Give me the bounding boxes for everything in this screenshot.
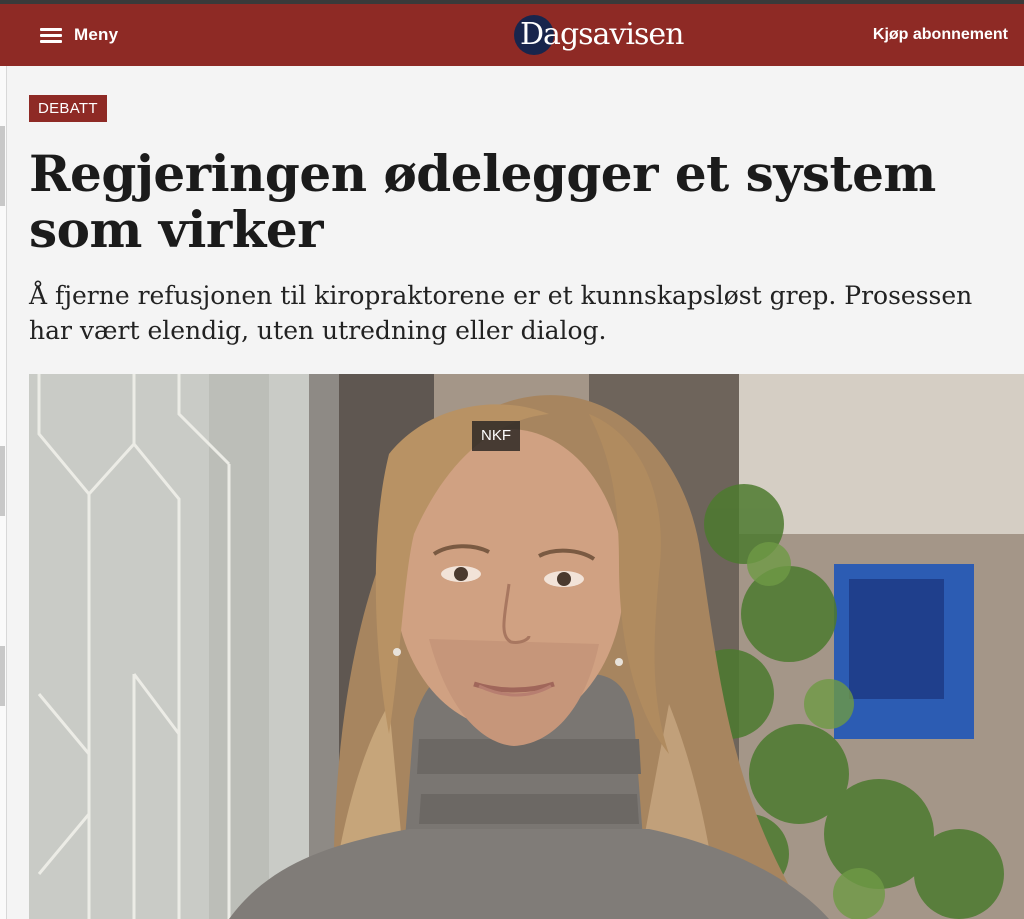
article-photo bbox=[29, 374, 1024, 919]
article-lead: Å fjerne refusjonen til kiropraktorene e… bbox=[29, 281, 973, 345]
hamburger-icon bbox=[40, 27, 62, 43]
menu-button[interactable]: Meny bbox=[40, 25, 118, 45]
left-sidebar-edge bbox=[0, 66, 7, 919]
site-logo[interactable]: Dagsavisen bbox=[514, 14, 684, 56]
sidebar-edge-mark bbox=[0, 646, 5, 706]
sidebar-edge-mark bbox=[0, 446, 5, 516]
site-header: Meny Dagsavisen Kjøp abonnement bbox=[0, 4, 1024, 66]
photo-credit: NKF bbox=[472, 421, 520, 451]
menu-label: Meny bbox=[74, 25, 119, 44]
category-tag[interactable]: DEBATT bbox=[29, 95, 107, 122]
subscribe-link[interactable]: Kjøp abonnement bbox=[873, 26, 1008, 44]
article-headline: Regjeringen ødelegger et system som virk… bbox=[29, 144, 936, 259]
portrait-image bbox=[29, 374, 1024, 919]
sidebar-edge-mark bbox=[0, 126, 5, 206]
logo-text: Dagsavisen bbox=[520, 17, 684, 52]
